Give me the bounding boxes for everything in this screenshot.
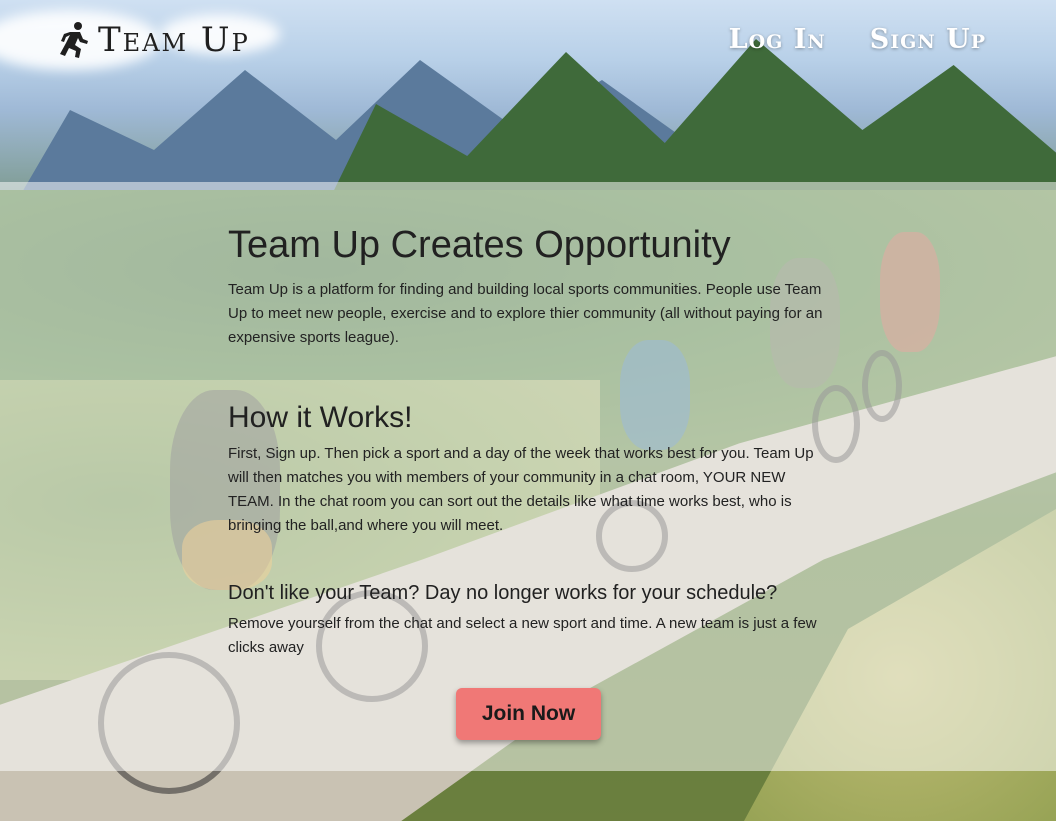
running-person-icon [58,21,90,59]
how-it-works-paragraph: First, Sign up. Then pick a sport and a … [228,445,814,534]
content-column: Team Up Creates Opportunity Team Up is a… [228,222,828,660]
intro-paragraph: Team Up is a platform for finding and bu… [228,281,823,346]
join-now-button[interactable]: Join Now [456,688,601,740]
brand-name: Team Up [98,20,250,60]
change-team-paragraph: Remove yourself from the chat and select… [228,615,817,656]
how-it-works-heading: How it Works! [228,401,413,434]
content-panel: Team Up Creates Opportunity Team Up is a… [0,182,1056,771]
top-navbar: Team Up Log In Sign Up [0,0,1056,82]
signup-link[interactable]: Sign Up [870,24,986,55]
change-team-heading: Don't like your Team? Day no longer work… [228,582,778,604]
login-link[interactable]: Log In [729,24,826,55]
brand-logo-link[interactable]: Team Up [58,20,250,60]
auth-nav: Log In Sign Up [729,24,986,55]
page-title: Team Up Creates Opportunity [228,224,731,266]
